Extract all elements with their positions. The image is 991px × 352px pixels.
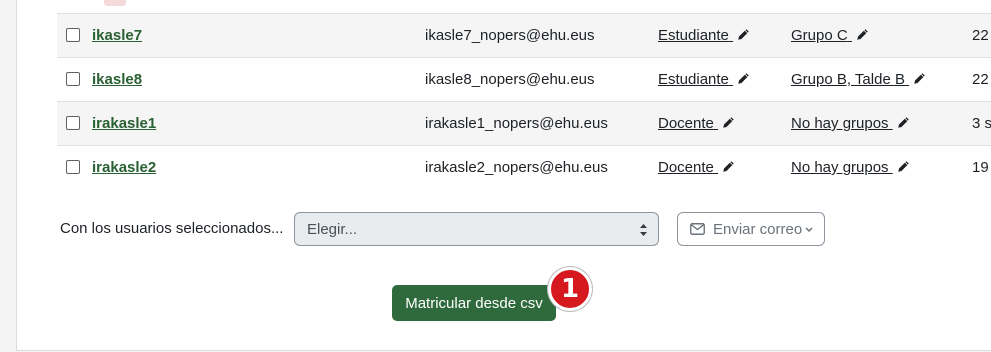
row-select-checkbox[interactable] bbox=[66, 28, 80, 42]
username-link[interactable]: irakasle2 bbox=[92, 159, 156, 176]
role-label: Estudiante bbox=[658, 27, 729, 44]
email-cell: irakasle1_nopers@ehu.eus bbox=[425, 115, 608, 132]
role-link[interactable]: Estudiante bbox=[658, 71, 750, 88]
groups-label: No hay grupos bbox=[791, 115, 889, 132]
last-access-cell: 22 bbox=[972, 27, 989, 44]
pencil-icon[interactable] bbox=[737, 28, 750, 41]
enrol-from-csv-button[interactable]: Matricular desde csv bbox=[392, 285, 556, 321]
groups-label: Grupo C bbox=[791, 27, 848, 44]
role-link[interactable]: Estudiante bbox=[658, 27, 750, 44]
envelope-icon bbox=[690, 223, 705, 235]
role-link[interactable]: Docente bbox=[658, 159, 735, 176]
bulk-action-select[interactable]: Elegir... bbox=[294, 212, 659, 246]
pencil-icon[interactable] bbox=[897, 160, 910, 173]
table-row: irakasle2 irakasle2_nopers@ehu.eus Docen… bbox=[57, 145, 991, 190]
groups-link[interactable]: No hay grupos bbox=[791, 159, 910, 176]
groups-link[interactable]: Grupo B, Talde B bbox=[791, 71, 926, 88]
pencil-icon[interactable] bbox=[913, 72, 926, 85]
table-row: ikasle7 ikasle7_nopers@ehu.eus Estudiant… bbox=[57, 13, 991, 58]
username-link[interactable]: irakasle1 bbox=[92, 115, 156, 132]
pencil-icon[interactable] bbox=[722, 116, 735, 129]
email-cell: irakasle2_nopers@ehu.eus bbox=[425, 159, 608, 176]
email-cell: ikasle8_nopers@ehu.eus bbox=[425, 71, 595, 88]
select-value: Elegir... bbox=[307, 221, 358, 238]
bulk-action-label: Con los usuarios seleccionados... bbox=[60, 220, 284, 237]
chevron-down-icon bbox=[805, 227, 813, 233]
table-row: irakasle1 irakasle1_nopers@ehu.eus Docen… bbox=[57, 101, 991, 146]
username-link[interactable]: ikasle7 bbox=[92, 27, 142, 44]
last-access-cell: 3 s bbox=[972, 115, 991, 132]
select-arrows-icon bbox=[640, 224, 647, 236]
table-row: ikasle8 ikasle8_nopers@ehu.eus Estudiant… bbox=[57, 57, 991, 102]
row-select-checkbox[interactable] bbox=[66, 116, 80, 130]
last-access-cell: 19 bbox=[972, 159, 989, 176]
send-mail-button[interactable]: Enviar correo bbox=[677, 212, 825, 246]
username-link[interactable]: ikasle8 bbox=[92, 71, 142, 88]
pencil-icon[interactable] bbox=[897, 116, 910, 129]
step-number-badge: 1 bbox=[548, 267, 592, 311]
role-label: Docente bbox=[658, 115, 714, 132]
partial-badge bbox=[104, 0, 126, 6]
pencil-icon[interactable] bbox=[722, 160, 735, 173]
role-label: Docente bbox=[658, 159, 714, 176]
pencil-icon[interactable] bbox=[856, 28, 869, 41]
row-select-checkbox[interactable] bbox=[66, 160, 80, 174]
send-mail-label: Enviar correo bbox=[713, 221, 803, 238]
groups-label: No hay grupos bbox=[791, 159, 889, 176]
groups-link[interactable]: Grupo C bbox=[791, 27, 869, 44]
groups-link[interactable]: No hay grupos bbox=[791, 115, 910, 132]
row-select-checkbox[interactable] bbox=[66, 72, 80, 86]
role-label: Estudiante bbox=[658, 71, 729, 88]
pencil-icon[interactable] bbox=[737, 72, 750, 85]
last-access-cell: 22 bbox=[972, 71, 989, 88]
groups-label: Grupo B, Talde B bbox=[791, 71, 905, 88]
email-cell: ikasle7_nopers@ehu.eus bbox=[425, 27, 595, 44]
role-link[interactable]: Docente bbox=[658, 115, 735, 132]
